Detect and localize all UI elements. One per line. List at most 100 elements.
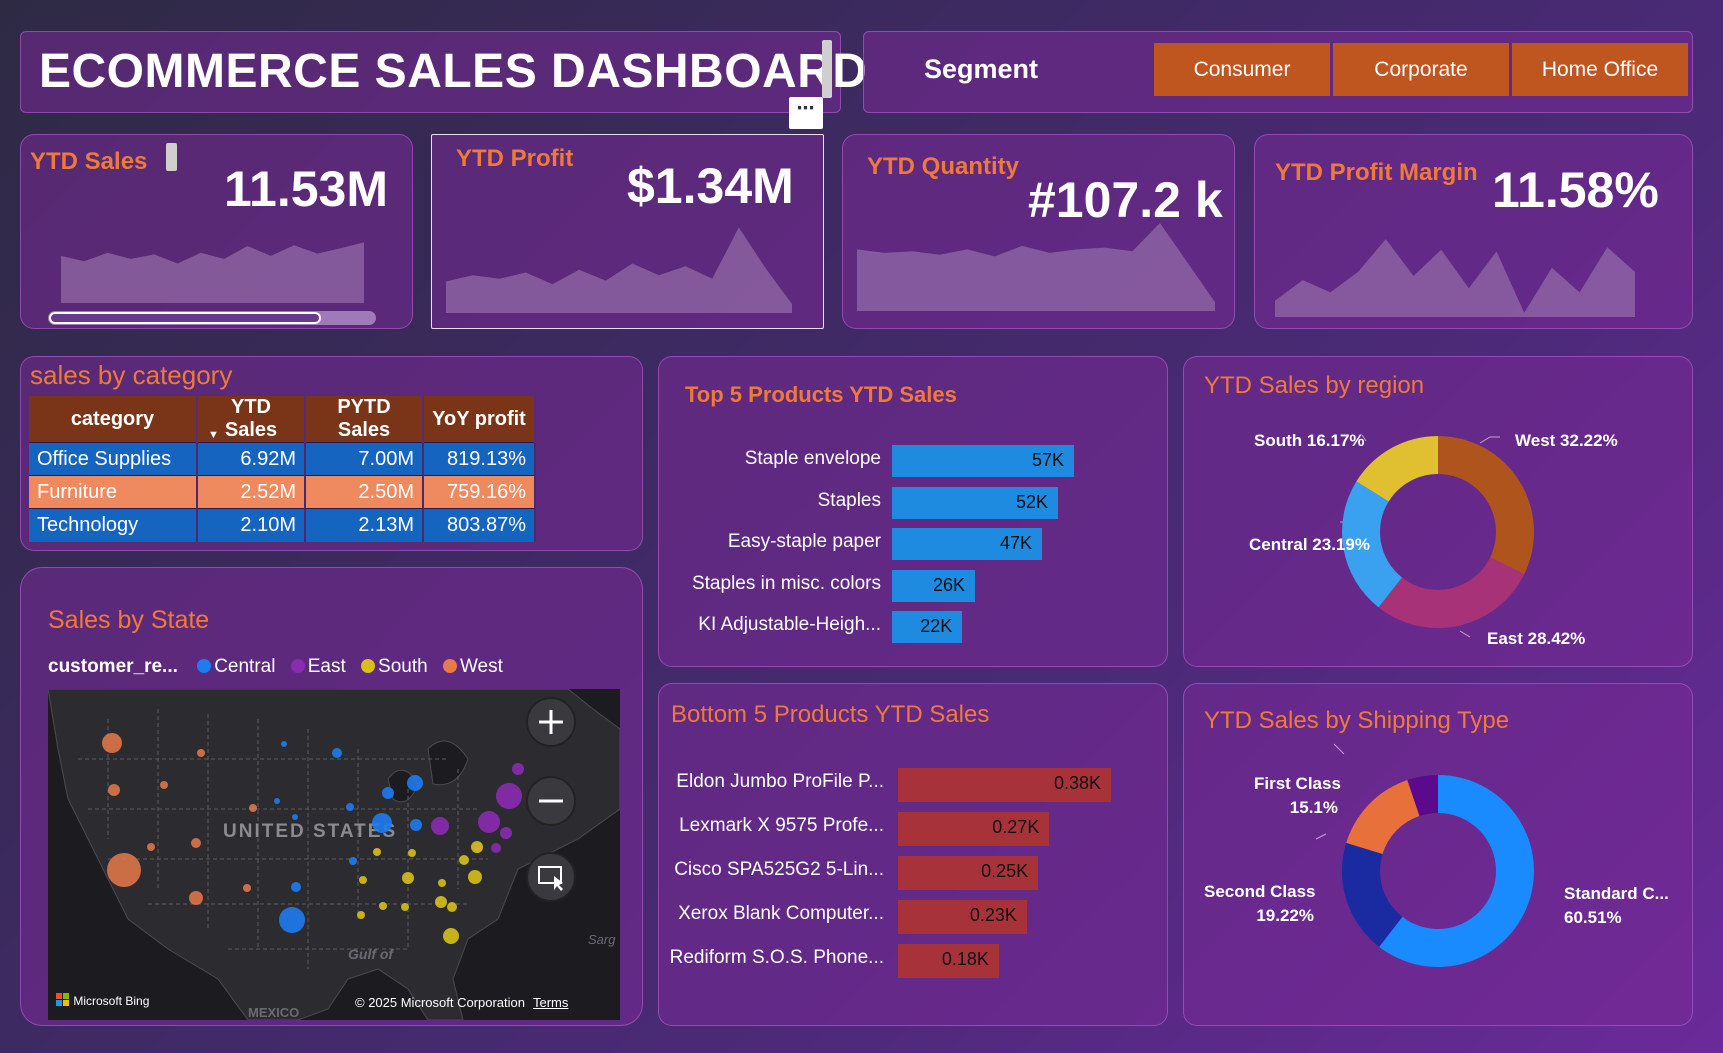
shipping-label-first-class: First Class 15.1%: [1254, 772, 1341, 820]
state-bubble[interactable]: [346, 803, 354, 811]
state-bubble[interactable]: [291, 882, 301, 892]
donut-slice[interactable]: [1346, 780, 1420, 855]
state-bubble[interactable]: [274, 798, 280, 804]
legend-item-south[interactable]: South: [361, 656, 428, 677]
column-header-category[interactable]: category: [29, 396, 198, 443]
state-bubble[interactable]: [108, 784, 120, 796]
cell-category: Technology: [29, 508, 198, 542]
bar-category-label: Eldon Jumbo ProFile P...: [676, 771, 884, 792]
state-bubble[interactable]: [189, 891, 203, 905]
state-bubble[interactable]: [102, 733, 122, 753]
state-bubble[interactable]: [410, 819, 422, 831]
state-bubble[interactable]: [435, 896, 447, 908]
donut-slice[interactable]: [1438, 436, 1534, 575]
segment-corporate-button[interactable]: Corporate: [1333, 43, 1509, 96]
state-bubble[interactable]: [491, 843, 501, 853]
segment-home-office-button[interactable]: Home Office: [1512, 43, 1688, 96]
cell-pytd-sales: 2.13M: [305, 508, 424, 542]
state-bubble[interactable]: [279, 907, 305, 933]
bar-value-label: 0.27K: [992, 817, 1040, 837]
state-bubble[interactable]: [357, 911, 365, 919]
state-bubble[interactable]: [349, 857, 357, 865]
state-bubble[interactable]: [281, 741, 287, 747]
segment-consumer-button[interactable]: Consumer: [1154, 43, 1330, 96]
cell-pytd-sales: 2.50M: [305, 475, 424, 509]
cell-category: Furniture: [29, 475, 198, 509]
map-canvas[interactable]: UNITED STATES Gulf of MEXICO Sarg Micros…: [48, 689, 620, 1020]
state-bubble[interactable]: [332, 748, 342, 758]
sparkline: [1275, 239, 1635, 317]
state-bubble[interactable]: [431, 817, 449, 835]
state-bubble[interactable]: [359, 876, 367, 884]
title-panel: ECOMMERCE SALES DASHBOARD: [20, 31, 867, 113]
state-bubble[interactable]: [191, 838, 201, 848]
state-bubble[interactable]: [512, 763, 524, 775]
state-bubble[interactable]: [382, 787, 394, 799]
state-bubble[interactable]: [249, 804, 257, 812]
select-cursor-icon: [538, 866, 563, 891]
state-bubble[interactable]: [478, 811, 500, 833]
bar-value-label: 26K: [932, 574, 966, 595]
kpi-ytd-profit[interactable]: YTD Profit $1.34M: [431, 134, 824, 329]
table-row[interactable]: Technology 2.10M 2.13M 803.87%: [29, 508, 536, 542]
map-country-label: UNITED STATES: [223, 821, 397, 842]
shipping-label-standard: Standard C... 60.51%: [1564, 882, 1669, 930]
state-bubble[interactable]: [292, 814, 298, 820]
state-bubble[interactable]: [447, 902, 457, 912]
terms-link[interactable]: Terms: [533, 995, 568, 1010]
table-row[interactable]: Furniture 2.52M 2.50M 759.16%: [29, 475, 536, 509]
state-bubble[interactable]: [373, 848, 381, 856]
plus-icon: [539, 710, 563, 734]
state-bubble[interactable]: [408, 849, 416, 857]
scrollbar-thumb[interactable]: [822, 40, 832, 98]
zoom-out-button[interactable]: [526, 776, 576, 826]
state-bubble[interactable]: [500, 827, 512, 839]
cell-yoy-profit: 759.16%: [423, 475, 536, 509]
sort-desc-icon: ▼: [208, 429, 219, 441]
bing-logo: Microsoft Bing: [56, 993, 149, 1008]
panel-title: Bottom 5 Products YTD Sales: [671, 701, 990, 728]
map-attribution: © 2025 Microsoft Corporation Terms: [355, 995, 568, 1010]
legend-item-central[interactable]: Central: [197, 656, 275, 677]
region-label-east: East 28.42%: [1487, 629, 1586, 648]
kpi-ytd-profit-margin[interactable]: YTD Profit Margin 11.58%: [1254, 134, 1693, 329]
state-bubble[interactable]: [243, 884, 251, 892]
slice-name: Standard C...: [1564, 884, 1669, 903]
category-table: category YTD Sales ▼ PYTD Sales YoY profi…: [29, 396, 536, 542]
state-bubble[interactable]: [402, 872, 414, 884]
state-bubble[interactable]: [443, 928, 459, 944]
bar-category-label: Easy-staple paper: [727, 531, 881, 552]
column-header-pytd-sales[interactable]: PYTD Sales: [305, 396, 424, 443]
sparkline: [857, 223, 1215, 311]
select-area-button[interactable]: [526, 852, 576, 902]
state-bubble[interactable]: [147, 843, 155, 851]
bar-category-label: Lexmark X 9575 Profe...: [679, 815, 884, 836]
horizontal-scrollbar[interactable]: [48, 311, 376, 325]
scrollbar-thumb[interactable]: [49, 312, 321, 324]
state-bubble[interactable]: [160, 781, 168, 789]
kpi-ytd-sales[interactable]: YTD Sales 11.53M: [20, 134, 413, 329]
kpi-ytd-quantity[interactable]: YTD Quantity #107.2 k: [842, 134, 1235, 329]
state-bubble[interactable]: [372, 813, 392, 833]
state-bubble[interactable]: [468, 870, 482, 884]
state-bubble[interactable]: [459, 855, 469, 865]
state-bubble[interactable]: [438, 879, 446, 887]
legend-item-west[interactable]: West: [442, 656, 503, 677]
donut-slice[interactable]: [1378, 557, 1525, 628]
zoom-in-button[interactable]: [526, 697, 576, 747]
top5-products-panel: Top 5 Products YTD Sales Staple envelope…: [658, 356, 1168, 667]
legend-item-east[interactable]: East: [290, 656, 346, 677]
column-header-ytd-sales[interactable]: YTD Sales ▼: [197, 396, 306, 443]
state-bubble[interactable]: [407, 775, 423, 791]
more-options-icon[interactable]: ⋯: [789, 97, 823, 129]
state-bubble[interactable]: [471, 841, 483, 853]
state-bubble[interactable]: [107, 853, 141, 887]
state-bubble[interactable]: [496, 783, 522, 809]
region-donut-chart: [1340, 434, 1534, 638]
state-bubble[interactable]: [197, 749, 205, 757]
state-bubble[interactable]: [401, 903, 409, 911]
column-header-yoy-profit[interactable]: YoY profit: [423, 396, 536, 443]
table-row[interactable]: Office Supplies 6.92M 7.00M 819.13%: [29, 442, 536, 476]
bar-category-label: Cisco SPA525G2 5-Lin...: [674, 859, 884, 880]
state-bubble[interactable]: [379, 902, 387, 910]
